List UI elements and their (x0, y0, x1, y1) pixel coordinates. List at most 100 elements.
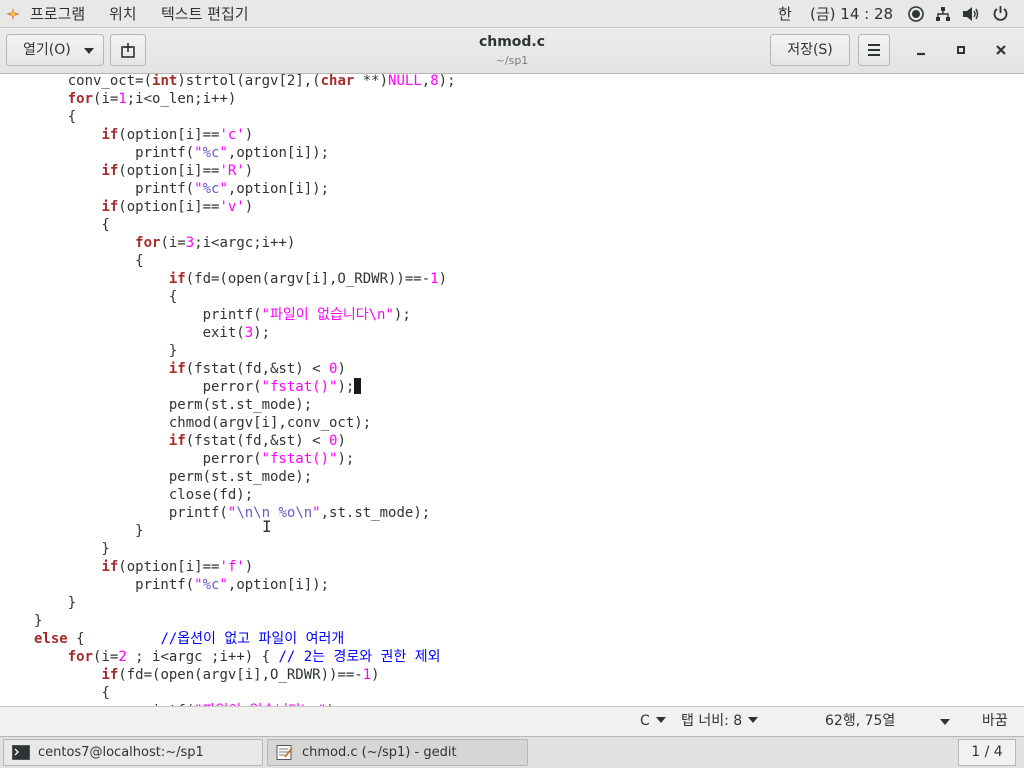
window-title: chmod.c (478, 34, 546, 50)
code-token: ) (244, 163, 254, 179)
code-line: } (34, 594, 456, 612)
workspace-indicator[interactable]: 1 / 4 (958, 739, 1016, 766)
cursor-position[interactable]: 62행, 75열 (825, 707, 895, 735)
minimize-icon[interactable] (909, 38, 933, 62)
code-token: ); (393, 307, 411, 323)
code-token: } (34, 523, 144, 539)
code-line: } (34, 342, 456, 360)
code-token: (i= (160, 235, 186, 251)
code-token: { (34, 685, 110, 701)
code-token: (i= (93, 91, 119, 107)
code-token: 'f' (219, 559, 245, 575)
code-line: } (34, 540, 456, 558)
code-token: ) (337, 361, 346, 377)
code-token: for (135, 235, 161, 251)
tab-width-selector[interactable]: 탭 너비: 8 (681, 707, 759, 735)
code-token: { (34, 289, 178, 305)
code-token: } (34, 541, 110, 557)
code-line: printf("%c",option[i]); (34, 180, 456, 198)
code-token: (fstat(fd,&st) < (185, 361, 330, 377)
code-token: ) (371, 667, 380, 683)
insert-mode[interactable]: 바꿈 (982, 707, 1008, 735)
code-token: perror( (34, 379, 262, 395)
chevron-down-icon (655, 717, 666, 723)
code-line: if(fd=(open(argv[i],O_RDWR))==-1) (34, 270, 456, 288)
terminal-icon (12, 745, 30, 760)
code-token: 1 (118, 91, 127, 107)
hamburger-icon (868, 44, 880, 56)
code-line: perror("fstat()"); (34, 450, 456, 468)
record-icon[interactable] (908, 6, 924, 22)
code-token: chmod(argv[i],conv_oct); (34, 415, 372, 431)
code-line: { (34, 288, 456, 306)
code-token: printf( (34, 307, 262, 323)
code-token: ) (244, 559, 254, 575)
save-button[interactable]: 저장(S) (770, 34, 850, 66)
volume-icon[interactable] (962, 6, 980, 22)
language-selector[interactable]: C (640, 707, 666, 735)
code-token: { (34, 253, 144, 269)
code-token: 3 (244, 325, 254, 341)
close-icon[interactable] (989, 38, 1013, 62)
places-menu[interactable]: 위치 (109, 0, 137, 28)
code-editor[interactable]: conv_oct=(int)strtol(argv[2],(char **)NU… (0, 74, 1024, 706)
mouse-ibeam-cursor: I (262, 517, 272, 536)
code-token: ); (438, 74, 456, 89)
code-token: \n\n %o\n (236, 505, 313, 521)
cursor-position-label: 62행, 75열 (825, 713, 896, 729)
code-view[interactable]: conv_oct=(int)strtol(argv[2],(char **)NU… (34, 74, 456, 706)
taskbar-item-terminal[interactable]: centos7@localhost:~/sp1 (3, 739, 263, 766)
code-token: printf( (34, 505, 228, 521)
apps-menu-icon (6, 7, 20, 21)
app-menu[interactable]: 텍스트 편집기 (161, 0, 249, 28)
menu-button[interactable] (858, 34, 890, 66)
chevron-down-icon[interactable] (940, 719, 950, 725)
code-line: conv_oct=(int)strtol(argv[2],(char **)NU… (34, 74, 456, 90)
code-line: printf("%c",option[i]); (34, 144, 456, 162)
code-token: NULL (388, 74, 422, 89)
clock[interactable]: (금) 14 : 28 (810, 0, 893, 28)
code-token: } (34, 613, 43, 629)
text-cursor (354, 378, 362, 394)
code-line: } (34, 612, 456, 630)
open-button[interactable]: 열기(O) (6, 34, 104, 66)
code-line: perm(st.st_mode); (34, 396, 456, 414)
code-token: ;i<o_len;i++) (126, 91, 237, 107)
code-token: for (67, 649, 94, 665)
code-token: ) (438, 271, 448, 287)
code-line: { (34, 216, 456, 234)
code-token: } (34, 343, 178, 359)
tab-width-label: 탭 너비: 8 (681, 713, 743, 729)
code-token: %c (202, 181, 220, 197)
new-document-icon (121, 43, 135, 58)
code-token: 8 (430, 74, 439, 89)
code-token: printf( (34, 145, 195, 161)
code-line: if(fstat(fd,&st) < 0) (34, 360, 456, 378)
power-icon[interactable] (992, 5, 1009, 22)
code-token: " (194, 577, 203, 593)
taskbar-item-gedit[interactable]: chmod.c (~/sp1) - gedit (267, 739, 528, 766)
code-token: //옵션이 없고 파일이 여러개 (160, 631, 345, 647)
code-line: { (34, 684, 456, 702)
apps-menu[interactable]: 프로그램 (30, 0, 85, 28)
input-method-indicator[interactable]: 한 (778, 0, 792, 28)
code-token: , (421, 74, 431, 89)
code-token: 'c' (219, 127, 245, 143)
code-token: { (34, 217, 110, 233)
code-token: if (168, 361, 186, 377)
maximize-icon[interactable] (949, 38, 973, 62)
code-token: ); (337, 451, 355, 467)
code-line: exit(3); (34, 324, 456, 342)
code-line: perror("fstat()"); (34, 378, 456, 396)
new-tab-button[interactable] (110, 34, 146, 66)
code-token: for (67, 91, 94, 107)
chevron-down-icon (84, 48, 94, 54)
code-token: " (312, 505, 321, 521)
code-token: (option[i]== (118, 127, 220, 143)
network-icon[interactable] (935, 6, 951, 22)
code-token: "fstat()" (261, 451, 338, 467)
